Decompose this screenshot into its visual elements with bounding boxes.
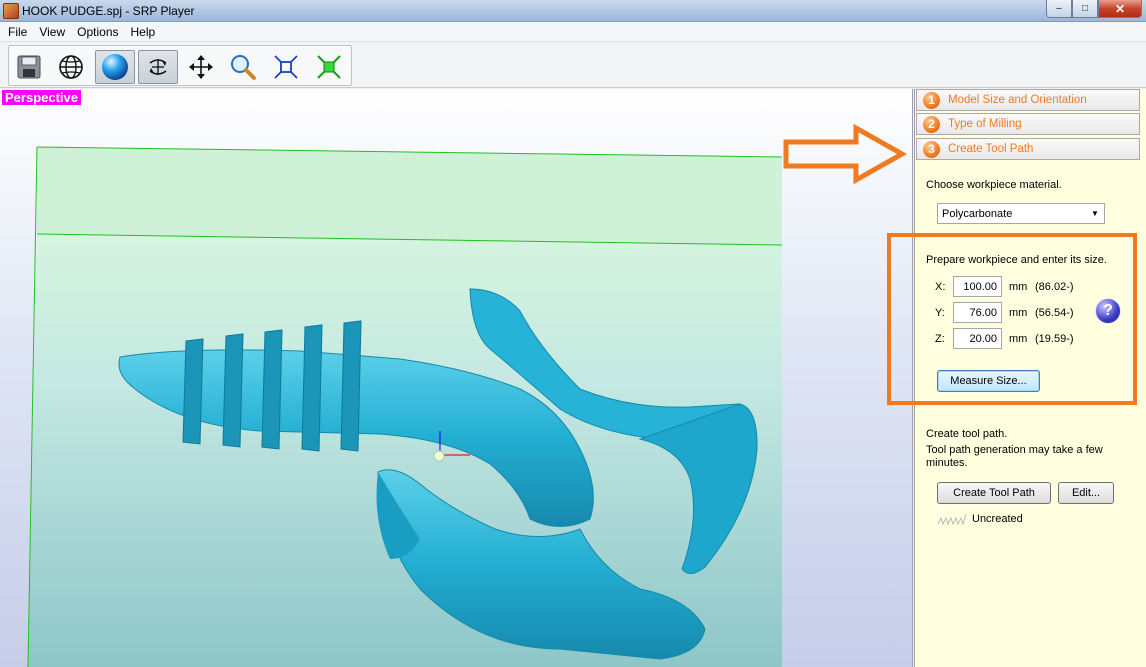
rotate-button[interactable] <box>138 50 178 84</box>
menu-view[interactable]: View <box>33 22 71 42</box>
maximize-button[interactable]: □ <box>1072 0 1098 18</box>
toolpath-title: Create tool path. <box>926 428 1008 440</box>
move-button[interactable] <box>181 50 221 84</box>
step-type-of-milling[interactable]: 2 Type of Milling <box>916 113 1140 135</box>
toolpath-status: Uncreated <box>972 513 1023 525</box>
fit-view-button[interactable] <box>266 50 306 84</box>
save-button[interactable] <box>9 50 49 84</box>
step-number: 2 <box>923 116 940 133</box>
shaded-view-button[interactable] <box>95 50 135 84</box>
step-number: 3 <box>923 141 940 158</box>
fit-view-icon <box>274 55 298 79</box>
model-scene <box>27 146 783 667</box>
move-icon <box>189 55 213 79</box>
app-icon <box>3 3 19 19</box>
step-label: Model Size and Orientation <box>948 94 1087 106</box>
perspective-label: Perspective <box>2 90 81 105</box>
globe-button[interactable] <box>51 50 91 84</box>
rotate-icon <box>149 59 167 75</box>
window-title: HOOK PUDGE.spj - SRP Player <box>22 4 195 18</box>
step-label: Create Tool Path <box>948 143 1034 155</box>
center-icon <box>317 55 341 79</box>
chevron-down-icon: ▼ <box>1091 209 1099 218</box>
annotation-arrow <box>783 124 908 184</box>
annotation-highlight-box <box>887 233 1137 405</box>
create-tool-path-button[interactable]: Create Tool Path <box>937 482 1051 504</box>
menu-file[interactable]: File <box>2 22 33 42</box>
step-number: 1 <box>923 92 940 109</box>
toolpath-status-icon <box>937 513 967 525</box>
window-controls: – □ ✕ <box>1046 0 1142 18</box>
globe-icon <box>59 55 83 79</box>
toolpath-note: Tool path generation may take a few minu… <box>926 444 1103 469</box>
zoom-button[interactable] <box>223 50 263 84</box>
material-value: Polycarbonate <box>942 208 1013 220</box>
center-button[interactable] <box>309 50 349 84</box>
toolbar-group <box>8 45 352 86</box>
step-label: Type of Milling <box>948 118 1022 130</box>
title-bar: HOOK PUDGE.spj - SRP Player – □ ✕ <box>0 0 1146 22</box>
material-select[interactable]: Polycarbonate ▼ <box>937 203 1105 224</box>
zoom-icon <box>231 55 256 80</box>
3d-viewport[interactable]: Perspective <box>0 89 913 667</box>
shaded-sphere-icon <box>102 54 128 80</box>
close-button[interactable]: ✕ <box>1098 0 1142 18</box>
toolbar <box>0 43 1146 88</box>
minimize-button[interactable]: – <box>1046 0 1072 18</box>
step-create-tool-path[interactable]: 3 Create Tool Path <box>916 138 1140 160</box>
step-model-size[interactable]: 1 Model Size and Orientation <box>916 89 1140 111</box>
menu-bar: File View Options Help <box>0 22 1146 42</box>
material-prompt: Choose workpiece material. <box>926 179 1062 191</box>
menu-options[interactable]: Options <box>71 22 124 42</box>
save-icon <box>17 55 41 79</box>
edit-button[interactable]: Edit... <box>1058 482 1114 504</box>
menu-help[interactable]: Help <box>125 22 162 42</box>
